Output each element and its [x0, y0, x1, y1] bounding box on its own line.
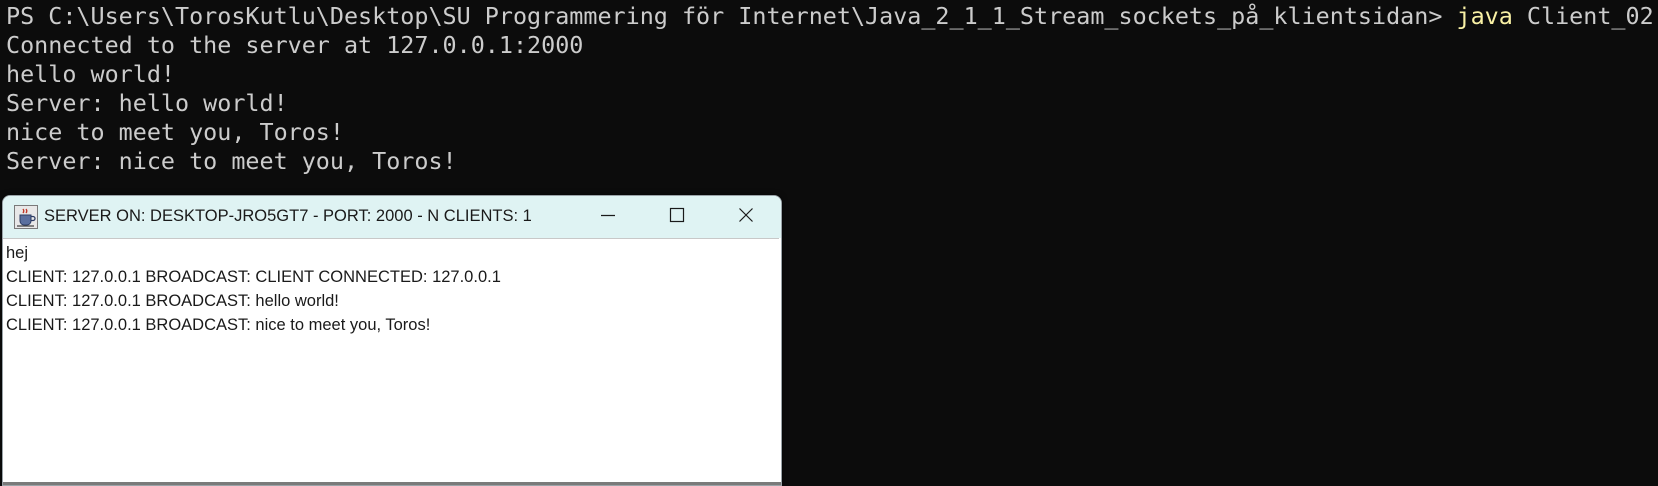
close-button[interactable] — [712, 196, 780, 238]
terminal-command-arg: Client_02 — [1512, 2, 1654, 30]
close-icon — [738, 207, 754, 228]
terminal-prompt: PS C:\Users\TorosKutlu\Desktop\SU Progra… — [6, 2, 1457, 30]
terminal-output-line: Server: hello world! — [6, 89, 288, 117]
terminal-output-line: Connected to the server at 127.0.0.1:200… — [6, 31, 584, 59]
java-coffee-cup-icon — [14, 205, 38, 229]
server-window-titlebar[interactable]: SERVER ON: DESKTOP-JRO5GT7 - PORT: 2000 … — [3, 196, 781, 238]
server-log-textarea[interactable]: hej CLIENT: 127.0.0.1 BROADCAST: CLIENT … — [3, 238, 779, 485]
log-line: CLIENT: 127.0.0.1 BROADCAST: CLIENT CONN… — [6, 268, 501, 286]
server-window[interactable]: SERVER ON: DESKTOP-JRO5GT7 - PORT: 2000 … — [2, 195, 782, 486]
terminal-output-line: Server: nice to meet you, Toros! — [6, 147, 457, 175]
minimize-icon — [600, 207, 616, 228]
terminal-output-line: hello world! — [6, 60, 175, 88]
log-line: hej — [6, 244, 29, 262]
server-window-title: SERVER ON: DESKTOP-JRO5GT7 - PORT: 2000 … — [44, 207, 532, 225]
maximize-button[interactable] — [643, 196, 711, 238]
terminal-prompt-line: PS C:\Users\TorosKutlu\Desktop\SU Progra… — [6, 2, 1658, 31]
maximize-icon — [669, 207, 685, 228]
minimize-button[interactable] — [574, 196, 642, 238]
terminal-output-line: nice to meet you, Toros! — [6, 118, 344, 146]
log-line: CLIENT: 127.0.0.1 BROADCAST: nice to mee… — [6, 316, 431, 334]
log-line: CLIENT: 127.0.0.1 BROADCAST: hello world… — [6, 292, 339, 310]
terminal-command: java — [1456, 2, 1513, 30]
